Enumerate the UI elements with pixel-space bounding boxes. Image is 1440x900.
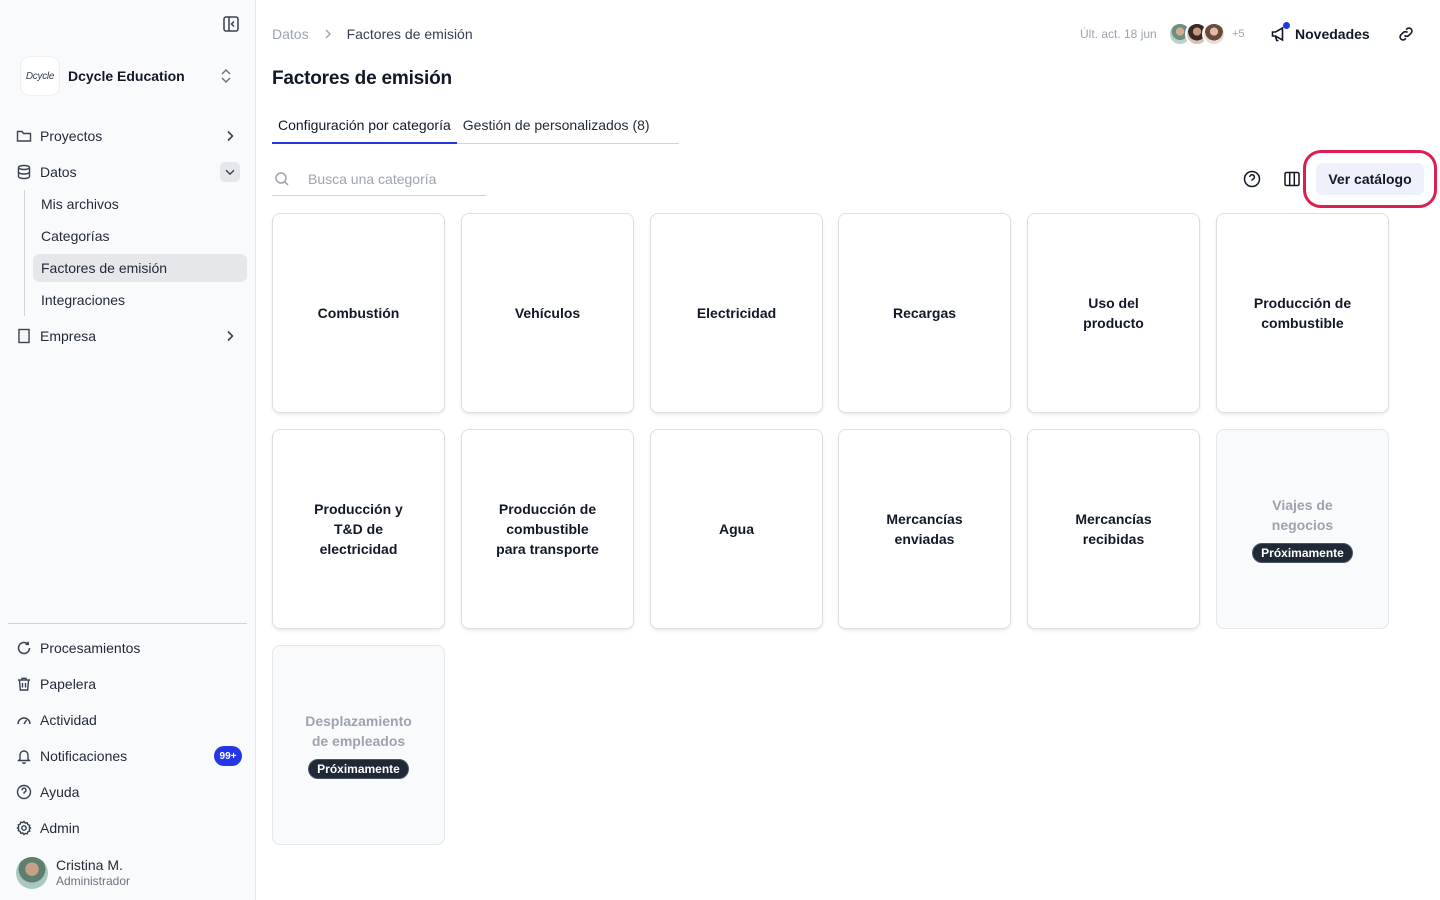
card-label: Agua — [719, 521, 754, 537]
card-label: Combustión — [317, 305, 400, 321]
last-updated-text: Últ. act. 18 jun — [1080, 27, 1157, 41]
avatar — [1202, 22, 1226, 46]
sidebar-subitem-mis-archivos[interactable]: Mis archivos — [33, 190, 247, 218]
chevron-up-down-icon — [218, 67, 234, 85]
card-label: Vehículos — [514, 305, 581, 321]
news-label: Novedades — [1295, 26, 1370, 42]
category-card-recargas[interactable]: Recargas — [838, 213, 1011, 413]
category-card-produccion-combustible-transporte[interactable]: Producción de combustible para transport… — [461, 429, 634, 629]
help-icon[interactable] — [1242, 169, 1262, 189]
tab-gestion-personalizados[interactable]: Gestión de personalizados (8) — [457, 112, 656, 144]
category-card-produccion-combustible[interactable]: Producción de combustible — [1216, 213, 1389, 413]
sidebar-item-label: Actividad — [40, 712, 97, 728]
card-label: Mercancías recibidas — [1075, 511, 1152, 547]
card-label: Electricidad — [696, 305, 777, 321]
sidebar-item-label: Notificaciones — [40, 748, 128, 764]
help-circle-icon — [16, 784, 32, 800]
unread-dot — [1283, 22, 1290, 29]
sidebar-item-label: Papelera — [40, 676, 97, 692]
folder-icon — [16, 128, 32, 144]
tab-bar: Configuración por categoría Gestión de p… — [272, 112, 679, 144]
sidebar-item-label: Ayuda — [40, 784, 80, 800]
sidebar-subitem-categorias[interactable]: Categorías — [33, 222, 247, 250]
tab-configuracion-categoria[interactable]: Configuración por categoría — [272, 112, 457, 144]
breadcrumb: Datos Factores de emisión — [272, 25, 473, 43]
organization-switcher[interactable]: Dcycle Dcycle Education — [20, 56, 240, 96]
columns-icon[interactable] — [1282, 169, 1302, 189]
user-name: Cristina M. — [56, 857, 123, 873]
category-card-mercancias-enviadas[interactable]: Mercancías enviadas — [838, 429, 1011, 629]
category-card-desplazamiento-empleados: Desplazamiento de empleados Próximamente — [272, 645, 445, 845]
user-role: Administrador — [56, 874, 131, 888]
sidebar-item-ayuda[interactable]: Ayuda — [8, 778, 248, 806]
collaborator-avatars[interactable]: +5 — [1168, 21, 1245, 47]
user-profile[interactable]: Cristina M. Administrador — [16, 856, 246, 890]
category-card-vehiculos[interactable]: Vehículos — [461, 213, 634, 413]
card-label: Uso del producto — [1083, 295, 1144, 331]
card-label: Recargas — [892, 305, 957, 321]
chevron-right-icon — [323, 29, 333, 39]
breadcrumb-datos-link[interactable]: Datos — [272, 26, 309, 42]
category-card-combustion[interactable]: Combustión — [272, 213, 445, 413]
org-name: Dcycle Education — [68, 68, 185, 84]
notification-count-badge: 99+ — [214, 746, 242, 766]
database-icon — [16, 164, 32, 180]
sidebar: Dcycle Dcycle Education Proyectos Datos … — [0, 0, 256, 900]
search-bar — [272, 162, 486, 196]
sidebar-subitem-integraciones[interactable]: Integraciones — [33, 286, 247, 314]
sidebar-item-label: Procesamientos — [40, 640, 141, 656]
card-label: Mercancías enviadas — [886, 511, 963, 547]
news-button[interactable]: Novedades — [1270, 22, 1370, 46]
sidebar-item-label: Admin — [40, 820, 80, 836]
card-label: Producción de combustible — [1253, 295, 1352, 331]
sidebar-divider — [8, 623, 247, 624]
card-label: Producción y T&D de electricidad — [314, 501, 403, 557]
chevron-right-icon — [222, 128, 238, 144]
sidebar-item-datos[interactable]: Datos — [8, 158, 248, 186]
breadcrumb-current: Factores de emisión — [346, 26, 473, 42]
sidebar-item-actividad[interactable]: Actividad — [8, 706, 248, 734]
card-label: Viajes de negocios — [1271, 497, 1334, 533]
category-card-agua[interactable]: Agua — [650, 429, 823, 629]
gear-icon — [16, 820, 32, 836]
gauge-icon — [16, 712, 32, 728]
megaphone-icon — [1270, 22, 1290, 43]
submenu-guide-line — [24, 190, 25, 316]
chevron-down-icon[interactable] — [220, 162, 240, 182]
more-collaborators-count: +5 — [1232, 28, 1245, 40]
trash-icon — [16, 676, 32, 692]
card-label: Producción de combustible para transport… — [496, 501, 599, 557]
bell-icon — [16, 748, 32, 764]
org-logo: Dcycle — [20, 56, 60, 96]
sidebar-item-label: Datos — [40, 164, 77, 180]
category-card-produccion-td-electricidad[interactable]: Producción y T&D de electricidad — [272, 429, 445, 629]
sidebar-item-notificaciones[interactable]: Notificaciones 99+ — [8, 742, 248, 770]
sidebar-item-proyectos[interactable]: Proyectos — [8, 122, 248, 150]
refresh-icon — [16, 640, 32, 656]
search-icon — [274, 171, 290, 187]
sidebar-item-procesamientos[interactable]: Procesamientos — [8, 634, 248, 662]
sidebar-item-label: Empresa — [40, 328, 97, 344]
avatar — [16, 857, 48, 889]
chevron-right-icon — [222, 328, 238, 344]
view-catalog-button[interactable]: Ver catálogo — [1316, 163, 1424, 195]
search-input[interactable] — [308, 170, 478, 187]
sidebar-item-empresa[interactable]: Empresa — [8, 322, 248, 350]
category-card-mercancias-recibidas[interactable]: Mercancías recibidas — [1027, 429, 1200, 629]
coming-soon-badge: Próximamente — [308, 759, 409, 779]
page-title: Factores de emisión — [272, 68, 452, 89]
category-card-viajes-negocios: Viajes de negocios Próximamente — [1216, 429, 1389, 629]
collapse-sidebar-icon[interactable] — [222, 15, 240, 33]
category-card-uso-producto[interactable]: Uso del producto — [1027, 213, 1200, 413]
link-icon[interactable] — [1397, 25, 1415, 43]
coming-soon-badge: Próximamente — [1252, 543, 1353, 563]
category-card-electricidad[interactable]: Electricidad — [650, 213, 823, 413]
sidebar-subitem-factores-emision[interactable]: Factores de emisión — [33, 254, 247, 282]
sidebar-item-admin[interactable]: Admin — [8, 814, 248, 842]
sidebar-item-label: Proyectos — [40, 128, 103, 144]
building-icon — [16, 328, 32, 344]
sidebar-item-papelera[interactable]: Papelera — [8, 670, 248, 698]
card-label: Desplazamiento de empleados — [305, 713, 412, 749]
